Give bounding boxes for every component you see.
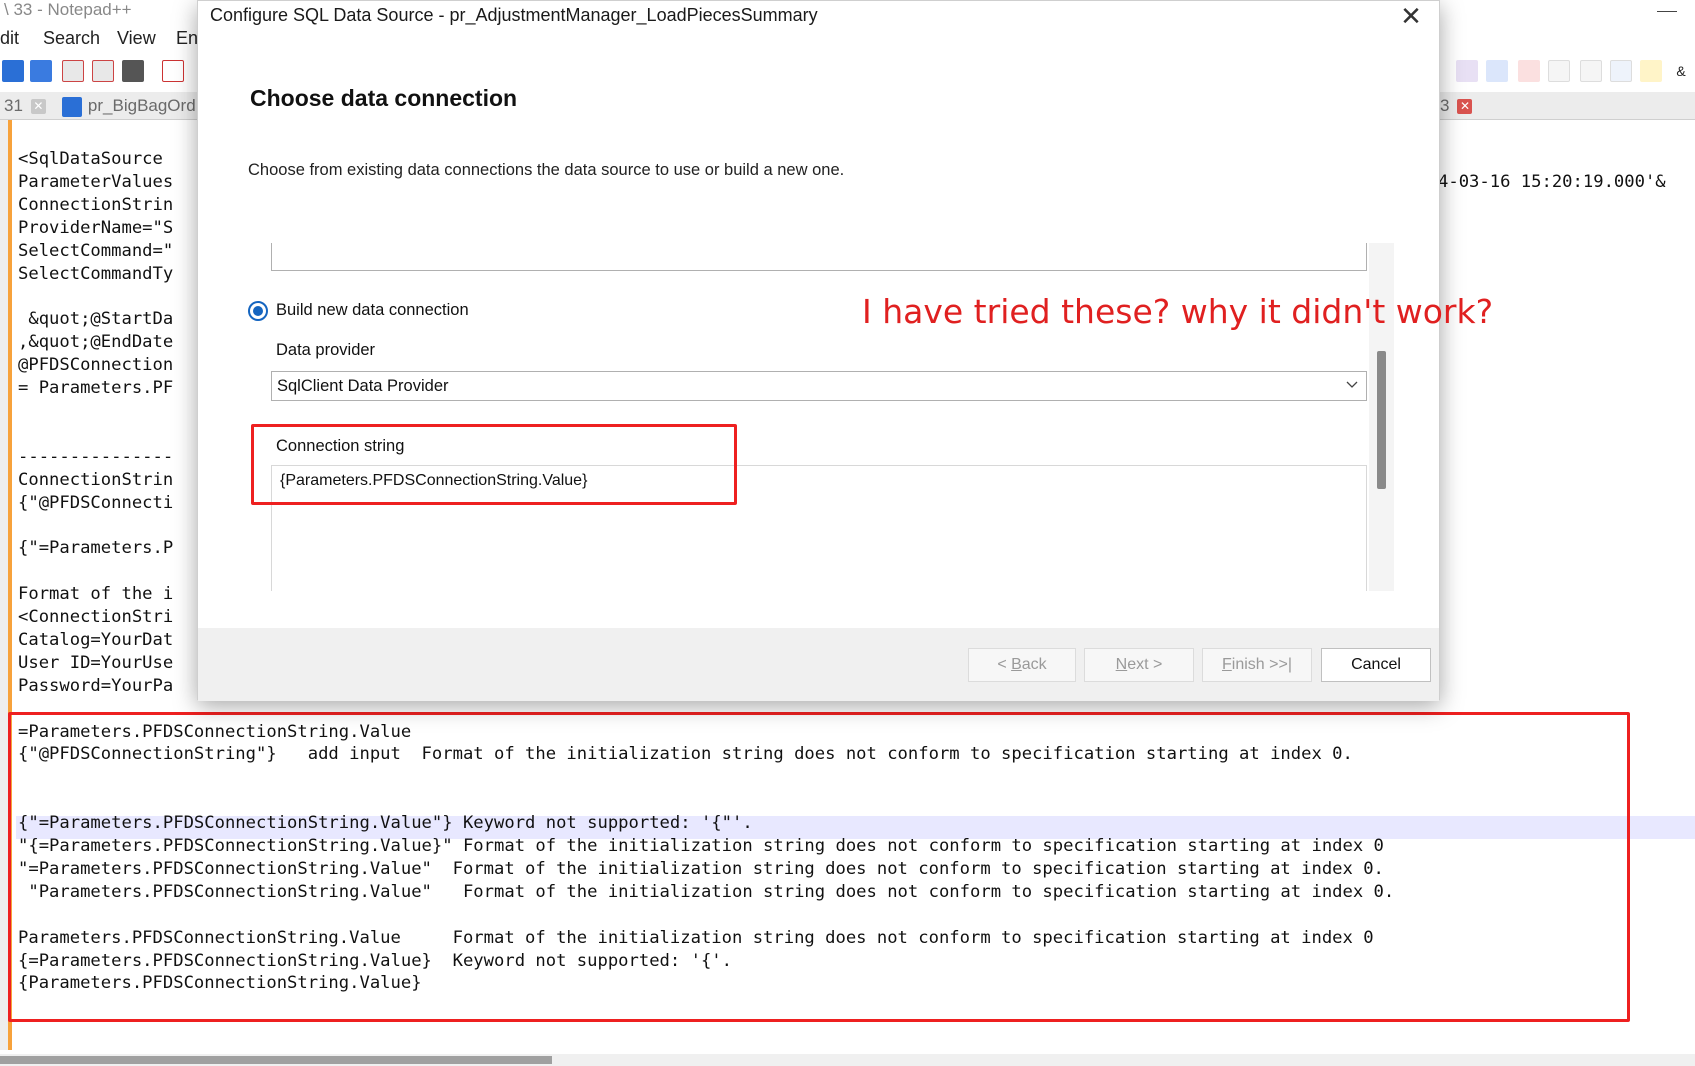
build-new-connection-radio[interactable] — [248, 301, 268, 321]
notepad-title: \ 33 - Notepad++ — [4, 0, 132, 19]
back-prefix: < — [997, 656, 1012, 673]
next-button[interactable]: Next > — [1084, 648, 1194, 682]
play-macro-icon[interactable] — [1486, 60, 1508, 82]
finish-label-rest: inish >>| — [1231, 656, 1292, 673]
document-list-icon[interactable] — [1580, 60, 1602, 82]
editor-line: Catalog=YourDat — [18, 629, 174, 650]
save-icon[interactable] — [2, 60, 24, 82]
next-label-rest: ext > — [1127, 656, 1163, 673]
back-access-key: B — [1011, 656, 1022, 673]
run-icon[interactable] — [1518, 60, 1540, 82]
tab-right-label: 3 — [1440, 96, 1450, 115]
close-file-icon[interactable] — [62, 60, 84, 82]
finish-button[interactable]: Finish >>| — [1202, 648, 1312, 682]
editor-line: &quot;@StartDa — [18, 309, 174, 330]
cut-icon[interactable] — [162, 60, 184, 82]
annotation-box-attempts — [8, 712, 1630, 1022]
tab-31[interactable]: 31 ✕ pr_BigBagOrd — [4, 94, 196, 120]
page-title: Choose data connection — [250, 85, 518, 111]
document-icon[interactable] — [1548, 60, 1570, 82]
editor-line: --------------- — [18, 446, 174, 467]
macro-icon[interactable] — [1456, 60, 1478, 82]
editor-line: ,&quot;@EndDate — [18, 332, 174, 353]
editor-line: SelectCommandTy — [18, 263, 174, 284]
editor-line: <SqlDataSource — [18, 149, 163, 169]
editor-line: {"=Parameters.P — [18, 538, 174, 559]
back-label-rest: ack — [1021, 656, 1047, 673]
editor-line: Password=YourPa — [18, 675, 174, 696]
editor-right-fragment: 4-03-16 15:20:19.000'& — [1438, 172, 1666, 192]
editor-line: ConnectionStrin — [18, 469, 174, 490]
editor-line: User ID=YourUse — [18, 652, 174, 673]
tab-right[interactable]: 3 ✕ — [1440, 94, 1473, 120]
editor-line: = Parameters.PF — [18, 378, 174, 398]
menu-edit[interactable]: dit — [0, 28, 19, 49]
editor-line: <ConnectionStri — [18, 607, 174, 627]
save-icon — [61, 96, 82, 117]
tab-label: pr_BigBagOrd — [87, 96, 196, 115]
tab-31-label: 31 — [4, 96, 23, 115]
data-provider-label: Data provider — [276, 341, 376, 359]
dialog-footer: < Back Next > Finish >>| Cancel — [198, 628, 1439, 701]
configure-sql-data-source-dialog: Configure SQL Data Source - pr_Adjustmen… — [197, 0, 1440, 701]
close-icon[interactable]: ✕ — [1457, 99, 1473, 115]
menu-encoding[interactable]: En — [176, 28, 198, 49]
next-access-key: N — [1115, 656, 1128, 673]
dialog-title: Configure SQL Data Source - pr_Adjustmen… — [210, 5, 818, 25]
search-document-icon[interactable] — [1610, 60, 1632, 82]
build-new-connection-label: Build new data connection — [276, 301, 469, 319]
note-icon[interactable] — [1640, 60, 1662, 82]
editor-line: Format of the i — [18, 584, 174, 605]
dialog-title-bar: Configure SQL Data Source - pr_Adjustmen… — [198, 1, 1439, 33]
menu-view[interactable]: View — [117, 28, 156, 49]
save-all-icon[interactable] — [30, 60, 52, 82]
annotation-text: I have tried these? why it didn't work? — [862, 292, 1494, 331]
scrollbar-thumb[interactable] — [0, 1056, 552, 1064]
data-provider-value: SqlClient Data Provider — [277, 377, 449, 395]
horizontal-scrollbar[interactable] — [0, 1054, 1695, 1066]
data-provider-select[interactable]: SqlClient Data Provider — [271, 371, 1367, 401]
close-icon[interactable]: ✕ — [1397, 3, 1425, 31]
editor-line: ParameterValues — [18, 171, 174, 192]
menu-search[interactable]: Search — [43, 28, 100, 49]
close-icon[interactable]: ✕ — [30, 99, 46, 115]
print-icon[interactable] — [122, 60, 144, 82]
editor-line: SelectCommand=" — [18, 240, 174, 261]
editor-line: ConnectionStrin — [18, 194, 174, 215]
finish-access-key: F — [1222, 656, 1232, 673]
page-description: Choose from existing data connections th… — [248, 161, 845, 179]
existing-connection-field[interactable] — [271, 243, 1367, 271]
close-all-icon[interactable] — [92, 60, 114, 82]
back-button[interactable]: < Back — [968, 648, 1076, 682]
editor-line: {"@PFDSConnecti — [18, 492, 174, 513]
scrollbar-thumb[interactable] — [1377, 351, 1386, 489]
cancel-button[interactable]: Cancel — [1321, 648, 1431, 682]
editor-line: ProviderName="S — [18, 217, 174, 238]
ampersand-icon[interactable]: & — [1670, 60, 1692, 82]
editor-line: @PFDSConnection — [18, 355, 174, 376]
chevron-down-icon — [1346, 381, 1358, 388]
annotation-box-connection-string — [251, 424, 737, 505]
minimize-icon[interactable] — [1605, 0, 1695, 22]
